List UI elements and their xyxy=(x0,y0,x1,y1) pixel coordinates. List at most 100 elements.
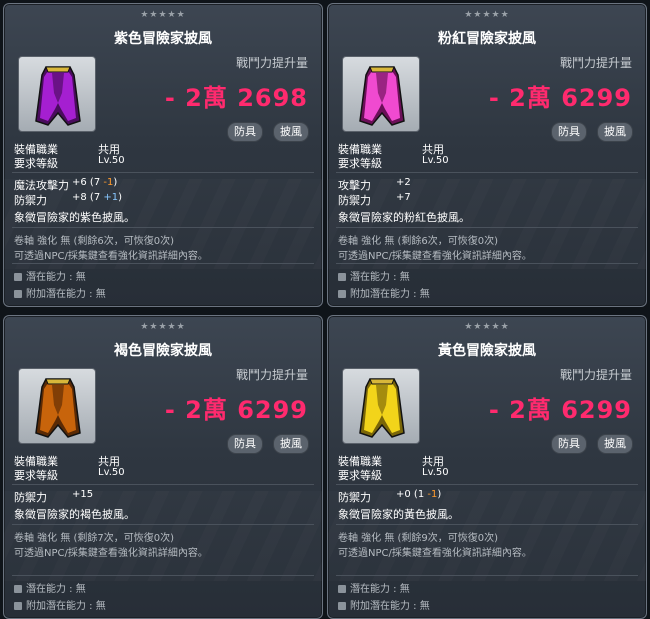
bonus-potential-icon xyxy=(338,602,346,610)
stat-total: +7 xyxy=(396,192,411,203)
divider xyxy=(12,575,314,576)
bonus-potential-text: 附加潛在能力 : 無 xyxy=(26,289,106,300)
stat-row: 攻擊力 +2 xyxy=(338,177,411,193)
stat-row: 防禦力 +7 xyxy=(338,192,411,208)
stat-total: +6 xyxy=(72,177,87,188)
stat-label: 防禦力 xyxy=(14,491,47,504)
potential-row: 潛在能力 : 無 xyxy=(338,268,410,283)
item-tooltip-card: ★★★★★ 褐色冒險家披風 戰鬥力提升量 - 2萬 6299 防具 披風 裝備職業 共用 要求等… xyxy=(3,315,323,619)
potential-row: 潛在能力 : 無 xyxy=(338,580,410,595)
bonus-potential-icon xyxy=(338,290,346,298)
potential-text: 潛在能力 : 無 xyxy=(26,272,86,283)
item-name: 粉紅冒險家披風 xyxy=(438,31,536,47)
category-tag-cape: 披風 xyxy=(273,434,309,454)
stat-modifier: -1 xyxy=(427,489,438,500)
bonus-potential-text: 附加潛在能力 : 無 xyxy=(350,601,430,612)
item-name: 紫色冒險家披風 xyxy=(114,31,212,47)
divider xyxy=(336,172,638,173)
category-tag-armor: 防具 xyxy=(551,434,587,454)
item-description: 象徵冒險家的紫色披風。 xyxy=(14,211,135,224)
level-row: 要求等級 Lv.50 xyxy=(338,467,449,483)
level-value: Lv.50 xyxy=(422,155,449,166)
item-tooltip-card: ★★★★★ 粉紅冒險家披風 戰鬥力提升量 - 2萬 6299 防具 披風 裝備職業 共用 要求等… xyxy=(327,3,647,307)
level-label: 要求等級 xyxy=(338,157,382,170)
upgrade-guide-text: 可透過NPC/採集鍵查看強化資訊詳細內容。 xyxy=(338,548,532,559)
stat-row: 防禦力 +15 xyxy=(14,489,93,505)
level-label: 要求等級 xyxy=(14,469,58,482)
item-icon-frame xyxy=(18,368,96,444)
potential-icon xyxy=(338,273,346,281)
stat-breakdown: (7 -1) xyxy=(86,177,118,188)
stat-value: +2 xyxy=(396,177,411,188)
combat-power-change-label: 戰鬥力提升量 xyxy=(559,56,632,70)
potential-row: 潛在能力 : 無 xyxy=(14,268,86,283)
bonus-potential-row: 附加潛在能力 : 無 xyxy=(338,285,430,300)
item-description: 象徵冒險家的黃色披風。 xyxy=(338,508,459,521)
scroll-upgrade-info: 卷軸 強化 無 (剩餘7次，可恢復0次) xyxy=(14,533,175,544)
upgrade-guide-text: 可透過NPC/採集鍵查看強化資訊詳細內容。 xyxy=(14,548,208,559)
category-tag-cape: 披風 xyxy=(273,122,309,142)
level-row: 要求等級 Lv.50 xyxy=(14,467,125,483)
star-force-stars: ★★★★★ xyxy=(140,322,186,332)
level-value: Lv.50 xyxy=(98,155,125,166)
star-force-stars: ★★★★★ xyxy=(464,322,510,332)
bonus-potential-icon xyxy=(14,602,22,610)
category-tag-armor: 防具 xyxy=(227,434,263,454)
combat-power-change-value: - 2萬 2698 xyxy=(164,84,308,112)
combat-power-change-value: - 2萬 6299 xyxy=(488,84,632,112)
stat-label: 防禦力 xyxy=(338,194,371,207)
stat-label: 防禦力 xyxy=(14,194,47,207)
stat-total: +0 xyxy=(396,489,411,500)
potential-icon xyxy=(338,585,346,593)
category-tag-cape: 披風 xyxy=(597,122,633,142)
item-icon-frame xyxy=(342,56,420,132)
level-value: Lv.50 xyxy=(422,467,449,478)
bonus-potential-icon xyxy=(14,290,22,298)
tooltip-grid: ★★★★★ 紫色冒險家披風 戰鬥力提升量 - 2萬 2698 防具 披風 裝備職業 共用 要求等… xyxy=(0,0,650,619)
divider xyxy=(336,263,638,264)
item-tooltip-card: ★★★★★ 黃色冒險家披風 戰鬥力提升量 - 2萬 6299 防具 披風 裝備職業 共用 要求等… xyxy=(327,315,647,619)
stat-modifier: -1 xyxy=(103,177,114,188)
level-row: 要求等級 Lv.50 xyxy=(338,155,449,171)
divider xyxy=(336,575,638,576)
item-tooltip-card: ★★★★★ 紫色冒險家披風 戰鬥力提升量 - 2萬 2698 防具 披風 裝備職業 共用 要求等… xyxy=(3,3,323,307)
category-tag-armor: 防具 xyxy=(227,122,263,142)
category-tag-cape: 披風 xyxy=(597,434,633,454)
stat-label: 魔法攻擊力 xyxy=(14,179,69,192)
item-name: 褐色冒險家披風 xyxy=(114,343,212,359)
stat-modifier: +1 xyxy=(103,192,119,203)
upgrade-guide-text: 可透過NPC/採集鍵查看強化資訊詳細內容。 xyxy=(14,251,208,262)
divider xyxy=(336,227,638,228)
potential-text: 潛在能力 : 無 xyxy=(26,584,86,595)
combat-power-change-label: 戰鬥力提升量 xyxy=(235,368,308,382)
stat-value: +7 xyxy=(396,192,411,203)
bonus-potential-row: 附加潛在能力 : 無 xyxy=(14,285,106,300)
divider xyxy=(336,524,638,525)
stat-total: +15 xyxy=(72,489,94,500)
divider xyxy=(12,263,314,264)
item-description: 象徵冒險家的褐色披風。 xyxy=(14,508,135,521)
stat-breakdown: (1 -1) xyxy=(410,489,442,500)
stat-value: +6 (7 -1) xyxy=(72,177,117,188)
bonus-potential-row: 附加潛在能力 : 無 xyxy=(338,597,430,612)
bonus-potential-text: 附加潛在能力 : 無 xyxy=(26,601,106,612)
item-name: 黃色冒險家披風 xyxy=(438,343,536,359)
stat-value: +15 xyxy=(72,489,93,500)
star-force-stars: ★★★★★ xyxy=(140,10,186,20)
stat-row: 防禦力 +0 (1 -1) xyxy=(338,489,441,505)
scroll-upgrade-info: 卷軸 強化 無 (剩餘6次，可恢復0次) xyxy=(14,236,175,247)
stat-breakdown: (7 +1) xyxy=(86,192,123,203)
star-force-stars: ★★★★★ xyxy=(464,10,510,20)
stat-row: 防禦力 +8 (7 +1) xyxy=(14,192,122,208)
level-value: Lv.50 xyxy=(98,467,125,478)
stat-row: 魔法攻擊力 +6 (7 -1) xyxy=(14,177,117,193)
combat-power-change-label: 戰鬥力提升量 xyxy=(235,56,308,70)
potential-text: 潛在能力 : 無 xyxy=(350,584,410,595)
stat-value: +8 (7 +1) xyxy=(72,192,122,203)
divider xyxy=(12,484,314,485)
cape-icon xyxy=(35,378,81,438)
stat-value: +0 (1 -1) xyxy=(396,489,441,500)
cape-icon xyxy=(35,66,81,126)
stat-label: 防禦力 xyxy=(338,491,371,504)
potential-icon xyxy=(14,273,22,281)
